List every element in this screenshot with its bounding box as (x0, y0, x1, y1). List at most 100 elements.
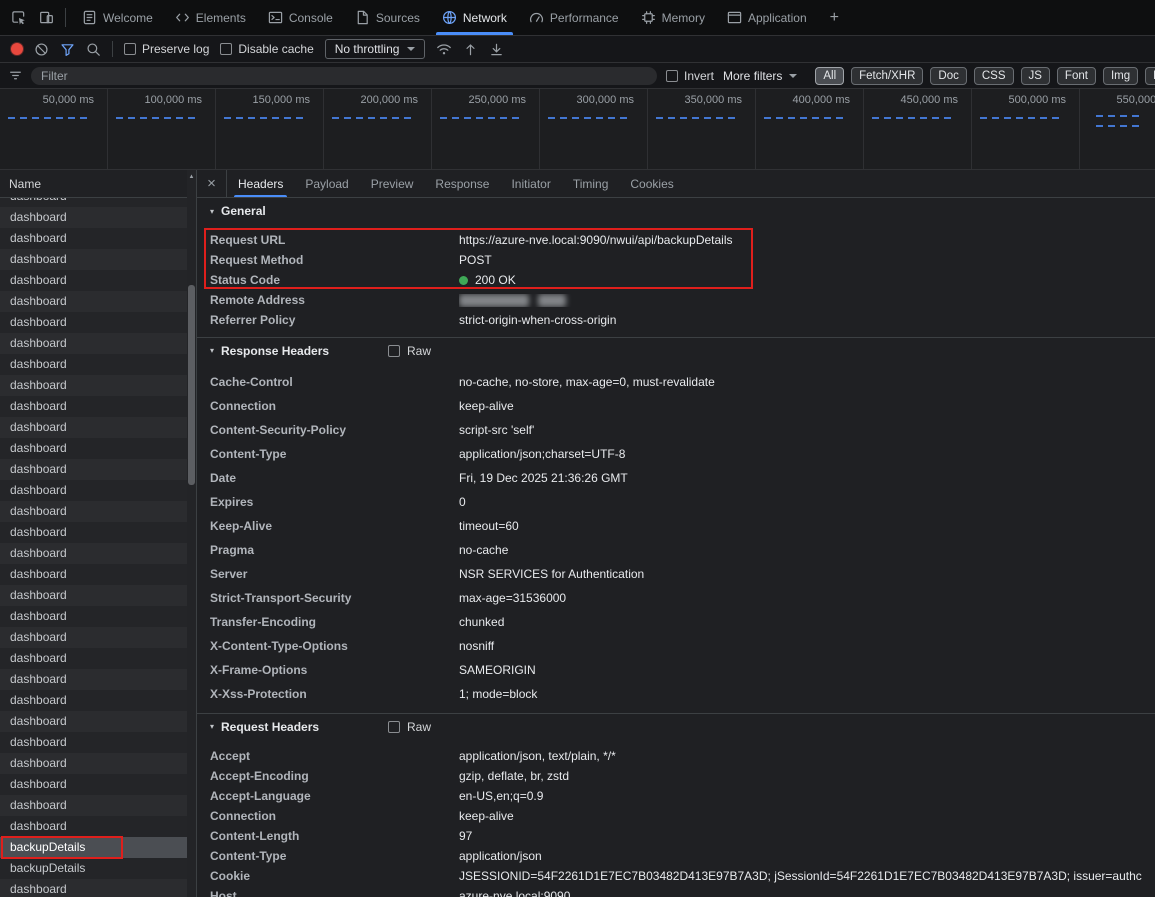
details-tab-payload[interactable]: Payload (294, 170, 359, 197)
scrollbar-thumb[interactable] (188, 285, 195, 485)
tab-network[interactable]: Network (431, 0, 518, 35)
request-row-dashboard[interactable]: dashboard (0, 375, 188, 396)
filter-chip-font[interactable]: Font (1057, 67, 1096, 85)
add-panel-button[interactable]: + (818, 0, 851, 35)
request-row-dashboard[interactable]: dashboard (0, 396, 188, 417)
filter-chip-all[interactable]: All (815, 67, 844, 85)
tab-sources[interactable]: Sources (344, 0, 431, 35)
export-har-button[interactable] (489, 42, 504, 57)
details-tab-initiator[interactable]: Initiator (500, 170, 561, 197)
request-row-dashboard[interactable]: dashboard (0, 438, 188, 459)
request-headers-section-header[interactable]: ▾ Request Headers Raw (197, 713, 1155, 739)
disclosure-triangle-icon: ▾ (210, 722, 214, 731)
request-row-dashboard[interactable]: dashboard (0, 564, 188, 585)
request-row-dashboard[interactable]: dashboard (0, 228, 188, 249)
request-row-dashboard[interactable]: dashboard (0, 207, 188, 228)
details-tab-cookies[interactable]: Cookies (619, 170, 684, 197)
disable-cache-checkbox[interactable]: Disable cache (220, 42, 313, 56)
filter-input[interactable] (31, 67, 657, 85)
request-row-dashboard[interactable]: dashboard (0, 627, 188, 648)
filter-chip-img[interactable]: Img (1103, 67, 1138, 85)
request-row-dashboard[interactable]: dashboard (0, 480, 188, 501)
tab-label: Welcome (103, 11, 153, 25)
request-row-backupdetails[interactable]: backupDetails (0, 858, 188, 879)
filter-chip-css[interactable]: CSS (974, 67, 1014, 85)
search-button[interactable] (86, 42, 101, 57)
request-row-dashboard[interactable]: dashboard (0, 690, 188, 711)
details-tab-headers[interactable]: Headers (227, 170, 294, 197)
response-raw-checkbox[interactable]: Raw (388, 344, 431, 358)
request-row-dashboard[interactable]: dashboard (0, 774, 188, 795)
network-conditions-button[interactable] (436, 41, 452, 57)
filter-toggle-button[interactable] (60, 42, 75, 57)
preserve-log-checkbox[interactable]: Preserve log (124, 42, 209, 56)
request-row-dashboard[interactable]: dashboard (0, 606, 188, 627)
details-tab-response[interactable]: Response (424, 170, 500, 197)
invert-checkbox[interactable]: Invert (666, 69, 714, 83)
disclosure-triangle-icon: ▾ (210, 207, 214, 216)
request-row-dashboard[interactable]: dashboard (0, 249, 188, 270)
request-row-dashboard[interactable]: dashboard (0, 753, 188, 774)
request-row-dashboard[interactable]: dashboard (0, 312, 188, 333)
request-raw-checkbox[interactable]: Raw (388, 720, 431, 734)
tab-welcome[interactable]: Welcome (71, 0, 164, 35)
request-type-filters: All Fetch/XHR Doc CSS JS Font Img Med (815, 67, 1155, 85)
throttling-select[interactable]: No throttling (325, 39, 426, 59)
request-row-dashboard[interactable]: dashboard (0, 585, 188, 606)
tab-application[interactable]: Application (716, 0, 818, 35)
request-row-dashboard[interactable]: dashboard (0, 732, 188, 753)
request-row-dashboard[interactable]: dashboard (0, 669, 188, 690)
checkbox-box (220, 43, 232, 55)
filter-chip-doc[interactable]: Doc (930, 67, 966, 85)
close-details-button[interactable]: × (197, 170, 227, 197)
scroll-up-arrow-icon[interactable]: ▲ (187, 172, 196, 182)
pending-request-dash (872, 117, 956, 119)
request-row-dashboard[interactable]: dashboard (0, 354, 188, 375)
tab-elements[interactable]: Elements (164, 0, 257, 35)
request-row-dashboard[interactable]: dashboard (0, 543, 188, 564)
timeline-tick-label: 100,000 ms (108, 94, 215, 106)
request-row-dashboard[interactable]: dashboard (0, 648, 188, 669)
response-headers-title: Response Headers (221, 344, 329, 358)
request-row-backupdetails[interactable]: backupDetails (0, 837, 188, 858)
tab-performance[interactable]: Performance (518, 0, 630, 35)
name-column-header[interactable]: Name (0, 170, 196, 198)
request-row-dashboard[interactable]: dashboard (0, 459, 188, 480)
request-row-dashboard[interactable]: dashboard (0, 795, 188, 816)
toolbar-divider (112, 41, 113, 57)
request-row-dashboard[interactable]: dashboard (0, 291, 188, 312)
filter-chip-med[interactable]: Med (1145, 67, 1155, 85)
request-row-dashboard[interactable]: dashboard (0, 417, 188, 438)
inspect-element-button[interactable] (4, 0, 32, 35)
import-har-button[interactable] (463, 42, 478, 57)
details-tab-timing[interactable]: Timing (562, 170, 620, 197)
requests-scrollbar[interactable]: ▲ (187, 170, 196, 897)
pending-request-dash (332, 117, 416, 119)
request-row-dashboard[interactable]: dashboard (0, 711, 188, 732)
network-overview-timeline[interactable]: 50,000 ms100,000 ms150,000 ms200,000 ms2… (0, 89, 1155, 170)
checkbox-box (124, 43, 136, 55)
header-row: Status Code200 OK (197, 270, 1155, 290)
response-headers-section: ▾ Response Headers Raw Cache-Controlno-c… (197, 337, 1155, 706)
request-row-dashboard[interactable]: dashboard (0, 522, 188, 543)
header-value: no-cache, no-store, max-age=0, must-reva… (459, 375, 1142, 389)
request-row-dashboard[interactable]: dashboard (0, 879, 188, 897)
header-name: Status Code (210, 273, 459, 287)
record-button[interactable] (11, 43, 23, 55)
timeline-segment: 200,000 ms (324, 89, 432, 169)
request-row-dashboard[interactable]: dashboard (0, 270, 188, 291)
filter-chip-js[interactable]: JS (1021, 67, 1050, 85)
details-tab-preview[interactable]: Preview (360, 170, 425, 197)
clear-button[interactable] (34, 42, 49, 57)
request-row-dashboard[interactable]: dashboard (0, 816, 188, 837)
more-filters-dropdown[interactable]: More filters (723, 69, 797, 83)
filter-chip-fetch-xhr[interactable]: Fetch/XHR (851, 67, 923, 85)
response-headers-section-header[interactable]: ▾ Response Headers Raw (197, 337, 1155, 363)
tab-memory[interactable]: Memory (630, 0, 716, 35)
header-value: chunked (459, 615, 1142, 629)
request-row-dashboard[interactable]: dashboard (0, 501, 188, 522)
general-section-header[interactable]: ▾ General (197, 198, 1155, 224)
device-toolbar-button[interactable] (32, 0, 60, 35)
request-row-dashboard[interactable]: dashboard (0, 333, 188, 354)
tab-console[interactable]: Console (257, 0, 344, 35)
